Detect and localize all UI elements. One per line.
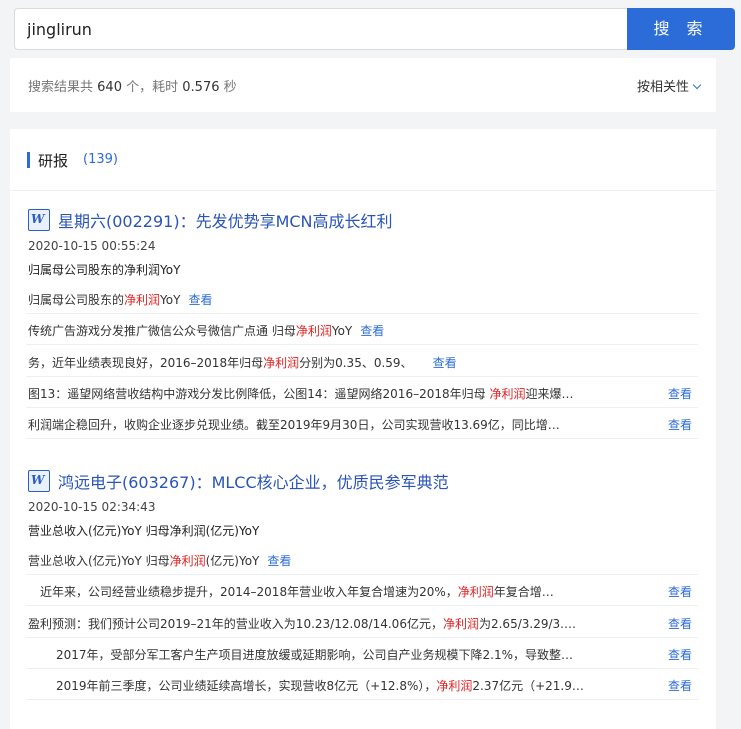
search-input[interactable] [14,8,628,50]
highlight-keyword: 净利润 [295,324,332,338]
results-panel: 研报 (139) 星期六(002291)：先发优势享MCN高成长红利 2020-1… [10,129,716,729]
snippet-row: 图13：遥望网络营收结构中游戏分发比例降低，公图14：遥望网络2016–2018… [26,377,698,408]
view-link[interactable]: 查看 [668,583,692,600]
snippet-text: 2019年前三季度，公司业绩延续高增长，实现营收8亿元（+12.8%），净利润2… [56,679,584,693]
snippet-text: 归属母公司股东的净利润YoY 查看 [28,293,213,307]
snippet-text: 近年来，公司经营业绩稳步提升，2014–2018年营业收入年复合增速为20%，净… [40,585,554,599]
highlight-keyword: 净利润 [457,585,494,599]
snippet-text: 营业总收入(亿元)YoY 归母净利润(亿元)YoY 查看 [28,554,292,568]
report-subtitle: 营业总收入(亿元)YoY 归母净利润(亿元)YoY [28,524,260,538]
highlight-keyword: 净利润 [169,554,206,568]
snippet-row: 利润端企稳回升，收购企业逐步兑现业绩。截至2019年9月30日，公司实现营收13… [26,408,698,439]
highlight-keyword: 净利润 [489,387,526,401]
highlight-keyword: 净利润 [442,617,479,631]
snippet-row: 2017年，受部分军工客户生产项目进度放缓或延期影响，公司自产业务规模下降2.1… [26,638,698,669]
section-header: 研报 (139) [10,129,716,191]
section-accent-bar [27,152,30,168]
snippet-text: 利润端企稳回升，收购企业逐步兑现业绩。截至2019年9月30日，公司实现营收13… [28,418,560,432]
report-title-link[interactable]: 鸿远电子(603267)：MLCC核心企业，优质民参军典范 [58,469,449,493]
view-link[interactable]: 查看 [668,615,692,632]
section-count: (139) [83,152,118,167]
sort-dropdown[interactable]: 按相关性 [637,76,702,95]
report-title-link[interactable]: 星期六(002291)：先发优势享MCN高成长红利 [58,208,393,232]
report-subtitle: 归属母公司股东的净利润YoY [28,263,181,277]
highlight-keyword: 净利润 [263,356,300,370]
section-title: 研报 [38,152,69,170]
snippet-text: 2017年，受部分军工客户生产项目进度放缓或延期影响，公司自产业务规模下降2.1… [56,648,574,662]
result-count: 640 [97,80,122,95]
view-link[interactable]: 查看 [668,646,692,663]
view-link[interactable]: 查看 [668,677,692,694]
word-document-icon [28,470,50,492]
report-date: 2020-10-15 00:55:24 [28,239,156,253]
snippet-text: 传统广告游戏分发推广微信公众号微信广点通 归母净利润YoY 查看 [28,324,385,338]
snippet-row: 归属母公司股东的净利润YoY 查看 [26,283,698,314]
snippet-row: 务，近年业绩表现良好，2016–2018年归母净利润分别为0.35、0.59、查… [26,346,698,377]
chevron-down-icon [692,80,702,90]
snippet-row: 2019年前三季度，公司业绩延续高增长，实现营收8亿元（+12.8%），净利润2… [26,669,698,700]
result-summary: 搜索结果共 640 个，耗时 0.576 秒 按相关性 [10,58,716,112]
highlight-keyword: 净利润 [124,293,161,307]
report-date: 2020-10-15 02:34:43 [28,500,156,514]
snippet-text: 务，近年业绩表现良好，2016–2018年归母净利润分别为0.35、0.59、查… [28,356,457,370]
snippet-row: 近年来，公司经营业绩稳步提升，2014–2018年营业收入年复合增速为20%，净… [26,575,698,606]
snippet-row: 盈利预测：我们预计公司2019–21年的营业收入为10.23/12.08/14.… [26,607,698,638]
snippet-text: 图13：遥望网络营收结构中游戏分发比例降低，公图14：遥望网络2016–2018… [28,387,574,401]
view-link[interactable]: 查看 [267,554,291,568]
snippet-row: 营业总收入(亿元)YoY 归母净利润(亿元)YoY 查看 [26,544,698,575]
view-link[interactable]: 查看 [668,385,692,402]
word-document-icon [28,209,50,231]
result-count-text: 搜索结果共 640 个，耗时 0.576 秒 [28,80,237,95]
search-bar: 搜 索 [0,0,741,56]
view-link[interactable]: 查看 [668,416,692,433]
view-link[interactable]: 查看 [433,356,457,370]
snippet-text: 盈利预测：我们预计公司2019–21年的营业收入为10.23/12.08/14.… [28,617,576,631]
search-button[interactable]: 搜 索 [627,8,735,50]
view-link[interactable]: 查看 [188,293,212,307]
elapsed-time: 0.576 [182,80,220,95]
snippet-row: 传统广告游戏分发推广微信公众号微信广点通 归母净利润YoY 查看 [26,314,698,345]
highlight-keyword: 净利润 [436,679,473,693]
view-link[interactable]: 查看 [360,324,384,338]
